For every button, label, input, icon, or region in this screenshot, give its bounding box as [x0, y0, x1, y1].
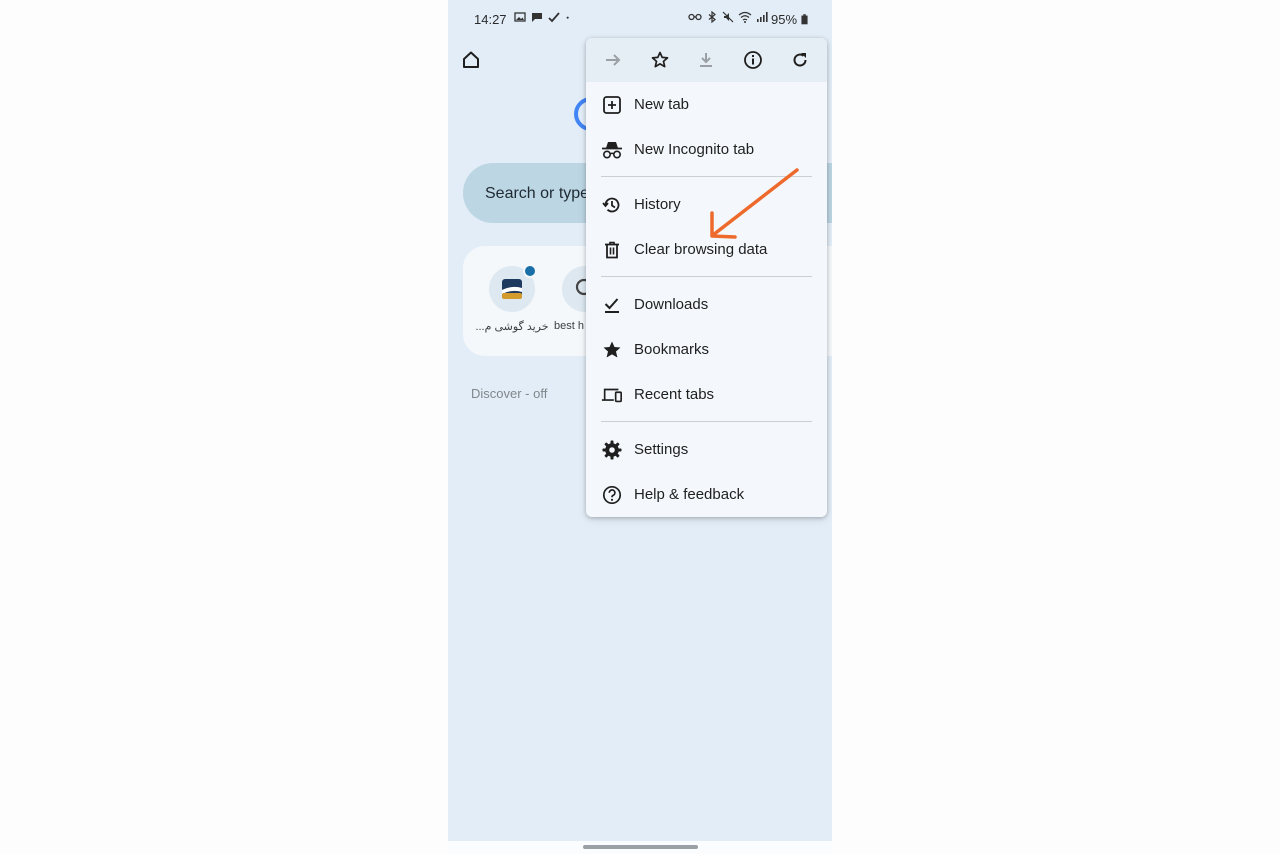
gallery-icon — [514, 12, 526, 22]
status-bar: 14:27 95% — [448, 0, 832, 38]
vr-icon — [688, 13, 702, 21]
downloads-icon — [601, 294, 623, 316]
menu-item-label: Recent tabs — [634, 386, 715, 403]
signal-icon — [757, 12, 768, 22]
battery-indicator: 95% — [771, 12, 808, 27]
settings-icon — [601, 439, 623, 461]
bookmarks-icon — [601, 339, 623, 361]
history-icon — [601, 194, 623, 216]
menu-divider — [601, 421, 812, 422]
message-icon — [532, 13, 542, 22]
search-placeholder: Search or type — [485, 185, 590, 202]
gesture-handle[interactable] — [583, 845, 698, 849]
recent-tabs-icon — [601, 384, 623, 406]
forward-button[interactable] — [597, 44, 629, 76]
new-tab-icon — [601, 94, 623, 116]
check-icon — [548, 12, 560, 23]
status-notification-icons — [514, 10, 573, 24]
shortcut-tile[interactable]: خرید گوشی م... — [474, 264, 550, 333]
menu-item-label: Bookmarks — [634, 341, 710, 358]
verified-badge — [523, 264, 537, 278]
battery-percent: 95% — [771, 12, 798, 27]
status-system-icons — [688, 10, 768, 24]
menu-toolbar — [586, 38, 827, 82]
menu-item-label: New Incognito tab — [634, 141, 755, 158]
navigation-bar — [448, 841, 832, 854]
dot-icon — [566, 16, 569, 19]
phone-screen: 14:27 95% Search or type خرید گوشی م... … — [448, 0, 832, 854]
info-icon — [744, 51, 762, 69]
menu-item-settings[interactable]: Settings — [586, 427, 827, 472]
battery-icon — [801, 14, 808, 25]
refresh-icon — [793, 53, 807, 67]
discover-label: Discover - off — [471, 386, 548, 401]
site-favicon — [489, 264, 537, 312]
menu-item-downloads[interactable]: Downloads — [586, 282, 827, 327]
menu-item-new-tab[interactable]: New tab — [586, 82, 827, 127]
download-icon — [700, 53, 713, 67]
menu-item-bookmarks[interactable]: Bookmarks — [586, 327, 827, 372]
bookmark-star-icon — [651, 51, 669, 68]
menu-item-label: Settings — [634, 441, 689, 458]
help-icon — [601, 484, 623, 506]
menu-item-label: History — [634, 196, 681, 213]
refresh-button[interactable] — [784, 44, 816, 76]
status-time: 14:27 — [474, 12, 507, 27]
bookmark-button[interactable] — [644, 44, 676, 76]
menu-item-help-feedback[interactable]: Help & feedback — [586, 472, 827, 517]
menu-item-label: Downloads — [634, 296, 709, 313]
menu-item-recent-tabs[interactable]: Recent tabs — [586, 372, 827, 417]
trash-icon — [601, 239, 623, 261]
forward-icon — [606, 54, 621, 66]
download-page-button[interactable] — [690, 44, 722, 76]
wifi-icon — [738, 11, 752, 23]
bluetooth-icon — [708, 10, 716, 24]
home-icon[interactable] — [460, 49, 482, 71]
overflow-menu: New tab New Incognito tab History Clear … — [586, 38, 827, 517]
incognito-icon — [601, 139, 623, 161]
annotation-arrow-icon — [710, 168, 799, 239]
mute-icon — [722, 11, 734, 23]
menu-item-label: New tab — [634, 96, 690, 113]
page-info-button[interactable] — [737, 44, 769, 76]
menu-divider — [601, 276, 812, 277]
menu-item-label: Help & feedback — [634, 486, 745, 503]
shortcut-label: خرید گوشی م... — [475, 321, 549, 333]
